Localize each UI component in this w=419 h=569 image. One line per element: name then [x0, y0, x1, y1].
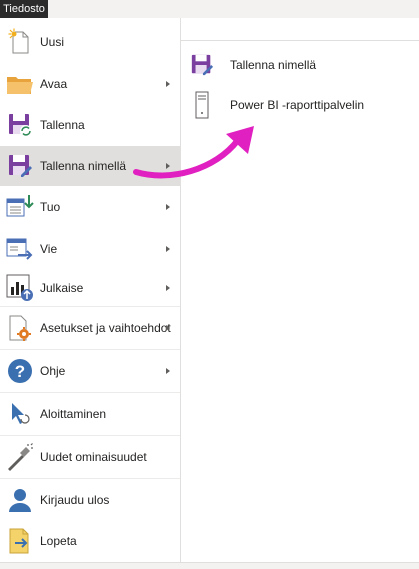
submenu-item-save-as[interactable]: Tallenna nimellä	[186, 48, 416, 82]
menu-item-label: Uudet ominaisuudet	[40, 450, 147, 464]
menu-item-label: Ohje	[40, 364, 66, 378]
submenu-item-label: Tallenna nimellä	[230, 58, 317, 72]
menu-item-label: Julkaise	[40, 281, 84, 295]
menu-item-label: Asetukset ja vaihtoehdot	[40, 321, 171, 335]
submenu-item-report-server[interactable]: Power BI -raporttipalvelin	[186, 88, 416, 122]
export-icon	[6, 235, 34, 263]
menu-item-new-features[interactable]: Uudet ominaisuudet	[0, 436, 180, 478]
menu-item-exit[interactable]: Lopeta	[0, 521, 180, 561]
callout-arrow	[133, 126, 254, 179]
menu-item-export[interactable]: Vie	[0, 228, 180, 270]
menu-item-help[interactable]: ? Ohje	[0, 350, 180, 392]
chevron-right-icon	[166, 81, 170, 87]
publish-icon	[6, 274, 34, 302]
import-icon	[6, 193, 34, 221]
new-file-icon	[6, 28, 34, 56]
save-icon	[6, 111, 34, 139]
chevron-right-icon	[166, 246, 170, 252]
title-bar: Tiedosto	[0, 0, 419, 18]
menu-item-label: Aloittaminen	[40, 407, 107, 421]
menu-item-label: Uusi	[40, 35, 65, 49]
menu-item-label: Tallenna nimellä	[40, 159, 127, 173]
submenu-top-border	[181, 40, 419, 41]
menu-item-label: Tuo	[40, 200, 61, 214]
menu-item-label: Lopeta	[40, 534, 77, 548]
exit-icon	[6, 527, 34, 555]
report-server-icon	[190, 91, 214, 119]
save-as-icon	[6, 152, 34, 180]
submenu-item-label: Power BI -raporttipalvelin	[230, 98, 365, 112]
file-tab[interactable]: Tiedosto	[0, 0, 48, 18]
menu-item-sign-out[interactable]: Kirjaudu ulos	[0, 479, 180, 521]
getting-started-icon	[6, 400, 34, 428]
menu-item-settings[interactable]: Asetukset ja vaihtoehdot	[0, 307, 180, 349]
menu-item-import[interactable]: Tuo	[0, 186, 180, 228]
open-folder-icon	[6, 70, 34, 98]
menu-item-label: Kirjaudu ulos	[40, 493, 110, 507]
chevron-right-icon	[166, 368, 170, 374]
settings-icon	[6, 314, 34, 342]
menu-item-label: Vie	[40, 242, 58, 256]
menu-item-publish[interactable]: Julkaise	[0, 270, 180, 306]
help-icon: ?	[6, 357, 34, 385]
chevron-right-icon	[166, 325, 170, 331]
new-features-icon	[6, 443, 34, 471]
save-as-icon	[190, 51, 214, 79]
menu-item-label: Tallenna	[40, 118, 85, 132]
menu-item-getting-started[interactable]: Aloittaminen	[0, 393, 180, 435]
chevron-right-icon	[166, 204, 170, 210]
chevron-right-icon	[166, 285, 170, 291]
svg-text:?: ?	[15, 362, 25, 381]
menu-item-new[interactable]: Uusi	[0, 20, 180, 64]
sign-out-icon	[6, 486, 34, 514]
menu-item-label: Avaa	[40, 77, 68, 91]
menu-item-open[interactable]: Avaa	[0, 64, 180, 104]
